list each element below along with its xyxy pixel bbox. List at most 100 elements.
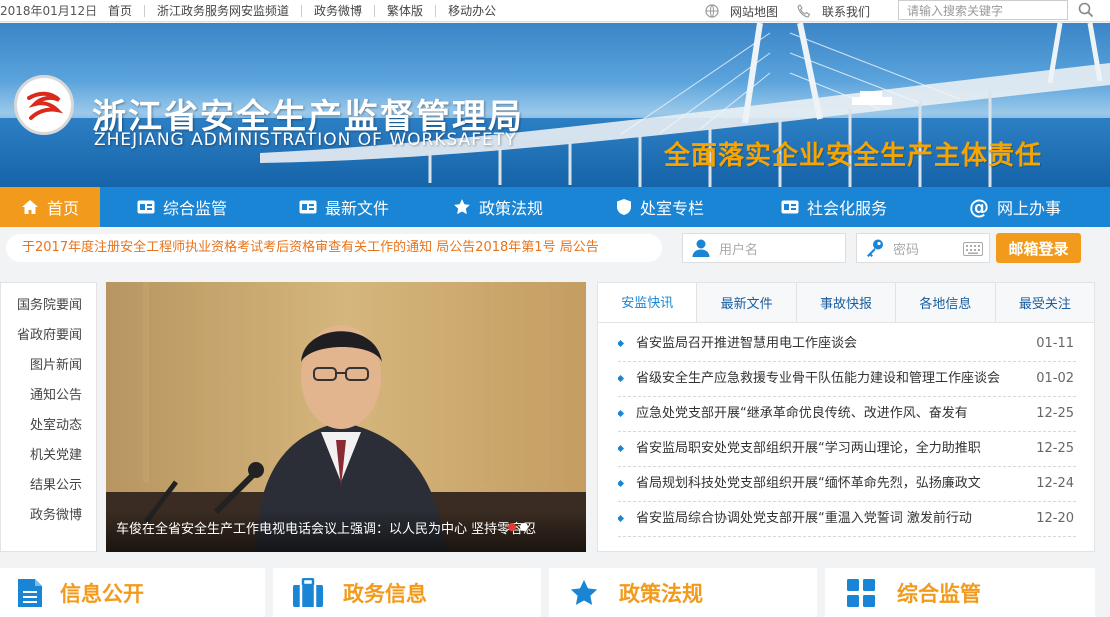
- tab-local-info[interactable]: 各地信息: [895, 283, 995, 322]
- news-panel: 安监快讯 最新文件 事故快报 各地信息 最受关注 省安监局召开推进智慧用电工作座…: [597, 282, 1095, 552]
- mail-login-button[interactable]: 邮箱登录: [996, 233, 1081, 263]
- tile-label: 政策法规: [619, 581, 703, 606]
- bullet-icon: [618, 374, 625, 383]
- nav-comprehensive-supervision[interactable]: 综合监管: [100, 187, 264, 227]
- top-link-traditional[interactable]: 繁体版: [374, 5, 435, 17]
- tile-label: 综合监管: [897, 581, 981, 606]
- bullet-icon: [618, 444, 625, 453]
- card-icon: [781, 200, 799, 214]
- contact-label: 联系我们: [822, 4, 871, 19]
- tile-information-disclosure[interactable]: 信息公开: [0, 568, 265, 617]
- news-title[interactable]: 省安监局职安处党支部组织开展“学习两山理论，全力助推职: [636, 432, 1031, 466]
- top-link-gov-service[interactable]: 浙江政务服务网安监频道: [144, 5, 301, 17]
- globe-icon: [704, 3, 720, 19]
- slide-indicator[interactable]: [520, 523, 528, 531]
- home-icon: [21, 199, 39, 215]
- shield-icon: [616, 198, 632, 216]
- contact-link[interactable]: 联系我们: [796, 3, 870, 20]
- news-tabs: 安监快讯 最新文件 事故快报 各地信息 最受关注: [598, 283, 1095, 323]
- card-icon: [299, 200, 317, 214]
- bullet-icon: [618, 514, 625, 523]
- slide-indicator-active[interactable]: [508, 523, 516, 531]
- featured-photo[interactable]: 车俊在全省安全生产工作电视电话会议上强调：以人民为中心 坚持零容忍: [106, 282, 586, 552]
- password-placeholder: 密码: [893, 242, 920, 258]
- news-list: 省安监局召开推进智慧用电工作座谈会 01-11 省级安全生产应急救援专业骨干队伍…: [598, 323, 1094, 537]
- nav-social-services[interactable]: 社会化服务: [748, 187, 920, 227]
- nav-label: 政策法规: [478, 199, 543, 218]
- search-icon[interactable]: [1075, 0, 1097, 20]
- nav-policy-regulations[interactable]: 政策法规: [424, 187, 572, 227]
- news-title[interactable]: 省安监局召开推进智慧用电工作座谈会: [636, 327, 1031, 361]
- sidebar-item-photo-news[interactable]: 图片新闻: [1, 351, 96, 381]
- tile-policy-regulations[interactable]: 政策法规: [549, 568, 817, 617]
- news-item[interactable]: 省局规划科技处党支部组织开展“缅怀革命先烈，弘扬廉政文 12-24: [618, 467, 1076, 502]
- username-placeholder: 用户名: [719, 242, 759, 258]
- card-icon: [137, 200, 155, 214]
- news-date: 12-24: [1036, 476, 1074, 491]
- username-field[interactable]: 用户名: [682, 233, 846, 263]
- news-title[interactable]: 省安监局综合协调处党支部开展“重温入党誓词 激发前行动: [636, 502, 1031, 536]
- top-bar: 2018年01月12日 首页 浙江政务服务网安监频道 政务微博 繁体版 移动办公…: [0, 0, 1110, 22]
- nav-department-column[interactable]: 处室专栏: [572, 187, 748, 227]
- sidebar-item-department-updates[interactable]: 处室动态: [1, 411, 96, 441]
- password-field[interactable]: 密码: [856, 233, 990, 263]
- bullet-icon: [618, 409, 625, 418]
- tile-comprehensive-supervision[interactable]: 综合监管: [825, 568, 1095, 617]
- news-date: 12-20: [1036, 511, 1074, 526]
- site-title-english: ZHEJIANG ADMINISTRATION OF WORKSAFETY: [94, 130, 517, 150]
- nav-label: 综合监管: [162, 199, 227, 218]
- main-nav: 首页 综合监管 最新文件 政策法规 处室专栏 社会化服务 @ 网上办事: [0, 187, 1110, 227]
- top-link-weibo[interactable]: 政务微博: [301, 5, 374, 17]
- notice-marquee[interactable]: 于2017年度注册安全工程师执业资格考试考后资格审查有关工作的通知 局公告201…: [6, 234, 662, 262]
- nav-online-services[interactable]: @ 网上办事: [920, 187, 1110, 227]
- news-title[interactable]: 省局规划科技处党支部组织开展“缅怀革命先烈，弘扬廉政文: [636, 467, 1031, 501]
- star-icon: [453, 198, 471, 216]
- sidebar-item-provincial-news[interactable]: 省政府要闻: [1, 321, 96, 351]
- sidebar-item-party-building[interactable]: 机关党建: [1, 441, 96, 471]
- news-title[interactable]: 省级安全生产应急救援专业骨干队伍能力建设和管理工作座谈会: [636, 362, 1031, 396]
- news-item[interactable]: 省安监局职安处党支部组织开展“学习两山理论，全力助推职 12-25: [618, 432, 1076, 467]
- banner-slogan: 全面落实企业安全生产主体责任: [664, 141, 1043, 171]
- search-input[interactable]: 请输入搜索关键字: [898, 0, 1068, 20]
- keyboard-icon[interactable]: [963, 242, 983, 260]
- star-icon: [549, 578, 619, 608]
- news-item[interactable]: 省安监局召开推进智慧用电工作座谈会 01-11: [618, 327, 1076, 362]
- tab-most-popular[interactable]: 最受关注: [994, 283, 1095, 322]
- nav-latest-files[interactable]: 最新文件: [264, 187, 424, 227]
- tab-accident-reports[interactable]: 事故快报: [795, 283, 896, 322]
- tile-government-info[interactable]: 政务信息: [273, 568, 541, 617]
- sidebar-item-state-council-news[interactable]: 国务院要闻: [1, 291, 96, 321]
- sidebar-item-results[interactable]: 结果公示: [1, 471, 96, 501]
- photo-caption[interactable]: 车俊在全省安全生产工作电视电话会议上强调：以人民为中心 坚持零容忍: [116, 518, 536, 537]
- news-title[interactable]: 应急处党支部开展“继承革命优良传统、改进作风、奋发有: [636, 397, 1031, 431]
- sidebar-item-notices[interactable]: 通知公告: [1, 381, 96, 411]
- agency-logo[interactable]: [14, 75, 74, 135]
- tab-safety-news[interactable]: 安监快讯: [598, 283, 697, 322]
- header-banner: 浙江省安全生产监督管理局 ZHEJIANG ADMINISTRATION OF …: [0, 23, 1110, 187]
- top-link-mobile[interactable]: 移动办公: [435, 5, 508, 17]
- bullet-icon: [618, 479, 625, 488]
- tab-latest-files[interactable]: 最新文件: [696, 283, 796, 322]
- news-item[interactable]: 省安监局综合协调处党支部开展“重温入党誓词 激发前行动 12-20: [618, 502, 1076, 537]
- nav-label: 首页: [46, 199, 79, 218]
- quick-access-tiles: 信息公开 政务信息 政策法规 综合监管: [0, 568, 1110, 617]
- news-item[interactable]: 应急处党支部开展“继承革命优良传统、改进作风、奋发有 12-25: [618, 397, 1076, 432]
- key-icon: [857, 238, 893, 258]
- nav-home[interactable]: 首页: [0, 187, 100, 227]
- top-link-home[interactable]: 首页: [96, 5, 144, 17]
- news-date: 01-11: [1036, 336, 1074, 351]
- sidebar-item-weibo[interactable]: 政务微博: [1, 501, 96, 531]
- document-icon: [0, 578, 60, 608]
- sitemap-link[interactable]: 网站地图: [704, 3, 778, 20]
- top-right-links: 网站地图 联系我们: [704, 0, 888, 22]
- user-icon: [683, 238, 719, 258]
- nav-label: 最新文件: [324, 199, 389, 218]
- at-icon: @: [968, 195, 989, 219]
- phone-icon: [796, 3, 812, 19]
- news-item[interactable]: 省级安全生产应急救援专业骨干队伍能力建设和管理工作座谈会 01-02: [618, 362, 1076, 397]
- nav-label: 处室专栏: [639, 199, 704, 218]
- sitemap-label: 网站地图: [730, 4, 779, 19]
- news-date: 01-02: [1036, 371, 1074, 386]
- briefcase-icon: [273, 577, 343, 608]
- news-date: 12-25: [1036, 406, 1074, 421]
